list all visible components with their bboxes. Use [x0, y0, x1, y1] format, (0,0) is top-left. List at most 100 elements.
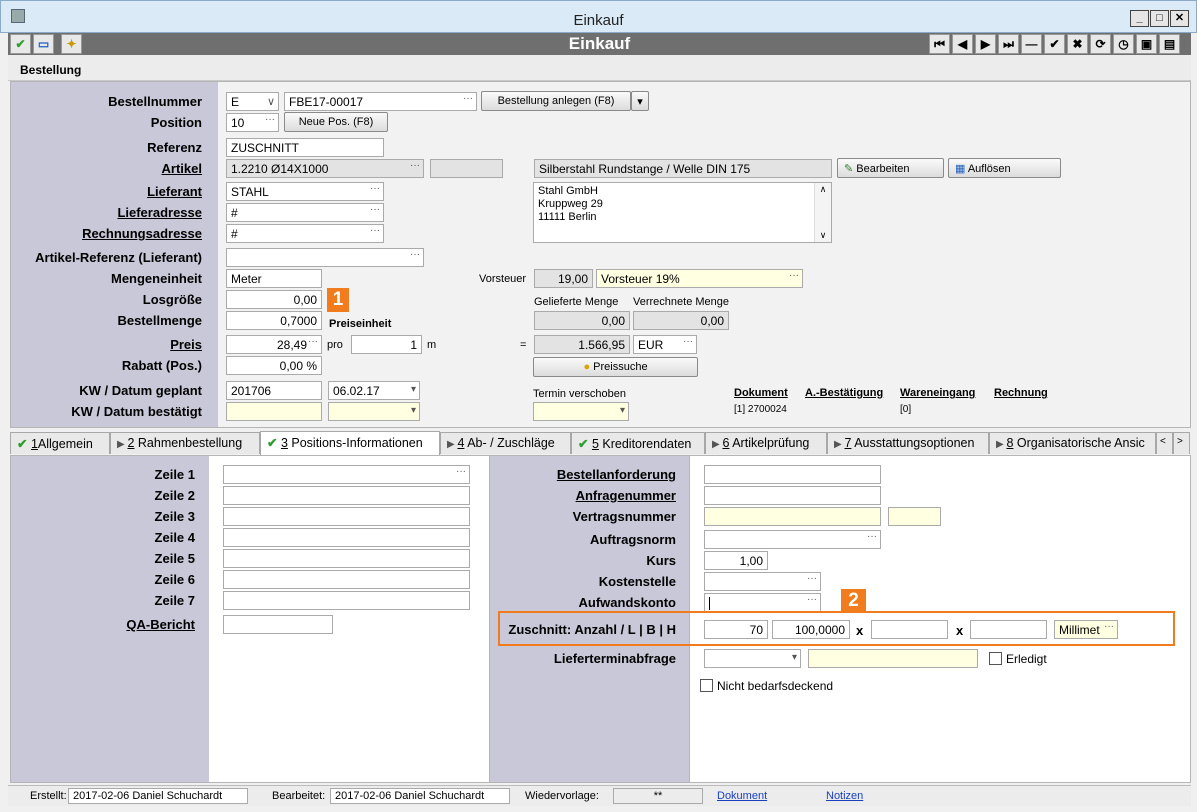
postponed-date-input[interactable]: ▾ — [533, 402, 629, 421]
planned-week-input[interactable]: 201706 — [226, 381, 322, 400]
check-icon: ✔ — [267, 436, 281, 450]
document-link[interactable]: Dokument — [717, 790, 767, 802]
tab-ab-zuschlaege[interactable]: ▶ 4 Ab- / Zuschläge — [440, 432, 571, 454]
purchase-requisition-input[interactable] — [704, 465, 881, 484]
label-bestellanforderung[interactable]: Bestellanforderung — [557, 467, 676, 482]
not-covering-checkbox[interactable] — [700, 679, 713, 692]
line-2-input[interactable] — [223, 486, 470, 505]
tab-rahmenbestellung[interactable]: ▶ 2 Rahmenbestellung — [110, 432, 260, 454]
first-record-icon[interactable]: ⏮ — [929, 34, 950, 54]
delivery-query-input[interactable] — [808, 649, 978, 668]
tab-organisatorische[interactable]: ▶ 8 Organisatorische Ansic — [989, 432, 1156, 454]
contract-extra-input[interactable] — [888, 507, 941, 526]
col-ab[interactable]: A.-Bestätigung — [805, 387, 883, 399]
line-7-input[interactable] — [223, 591, 470, 610]
module-toolbar: ✔ ▭ ✦ Einkauf ⏮ ◀ ▶ ⏭ — ✔ ✖ ⟳ ◷ ▣ ▤ — [8, 33, 1191, 55]
close-button[interactable]: ✕ — [1170, 10, 1189, 27]
minimize-button[interactable]: _ — [1130, 10, 1149, 27]
address-scrollbar[interactable]: ∧ ∨ — [814, 183, 831, 242]
delivery-query-select[interactable]: ▾ — [704, 649, 801, 668]
reference-input[interactable]: ZUSCHNITT — [226, 138, 384, 157]
line-6-input[interactable] — [223, 570, 470, 589]
delivery-address-input[interactable]: # ··· — [226, 203, 384, 222]
line-4-input[interactable] — [223, 528, 470, 547]
tab-scroll-right[interactable]: > — [1173, 432, 1190, 454]
maximize-button[interactable]: □ — [1150, 10, 1169, 27]
tab-scroll-left[interactable]: < — [1156, 432, 1173, 454]
resolve-article-button[interactable]: ▦ Auflösen — [948, 158, 1061, 178]
supplier-input[interactable]: STAHL ··· — [226, 182, 384, 201]
label-qa-bericht[interactable]: QA-Bericht — [126, 617, 195, 632]
price-search-button[interactable]: ● Preissuche — [533, 357, 698, 377]
label-zeile-4: Zeile 4 — [154, 530, 195, 545]
label-kostenstelle: Kostenstelle — [598, 574, 676, 589]
order-type-select[interactable]: E ∨ — [226, 92, 279, 111]
expense-account-input[interactable]: ··· — [704, 593, 821, 612]
supplier-article-ref-input[interactable]: ··· — [226, 248, 424, 267]
last-record-icon[interactable]: ⏭ — [998, 34, 1019, 54]
line-3-input[interactable] — [223, 507, 470, 526]
tab-positions-informationen[interactable]: ✔ 3 Positions-Informationen — [260, 431, 440, 455]
unit-input[interactable]: Meter — [226, 269, 322, 288]
delete-record-icon[interactable]: — — [1021, 34, 1042, 54]
prev-record-icon[interactable]: ◀ — [952, 34, 973, 54]
order-number-input[interactable]: FBE17-00017 ··· — [284, 92, 477, 111]
label-artikel[interactable]: Artikel — [162, 161, 202, 176]
tax-description-input[interactable]: Vorsteuer 19% ··· — [596, 269, 803, 288]
position-input[interactable]: 10 ··· — [226, 113, 279, 132]
tab-kreditorendaten[interactable]: ✔ 5 Kreditorendaten — [571, 432, 705, 454]
label-rabatt: Rabatt (Pos.) — [121, 358, 202, 373]
price-input[interactable]: 28,49 ··· — [226, 335, 322, 354]
label-lieferant[interactable]: Lieferant — [147, 184, 202, 199]
cancel-icon[interactable]: ✖ — [1067, 34, 1088, 54]
article-extra-input[interactable] — [430, 159, 503, 178]
clock-icon[interactable]: ◷ — [1113, 34, 1134, 54]
col-rechnung[interactable]: Rechnung — [994, 387, 1048, 399]
label-kurs: Kurs — [646, 553, 676, 568]
delivered-qty-value: 0,00 — [534, 311, 630, 330]
box-icon[interactable]: ▣ — [1136, 34, 1157, 54]
tab-ausstattungsoptionen[interactable]: ▶ 7 Ausstattungsoptionen — [827, 432, 989, 454]
tab-artikelpruefung[interactable]: ▶ 6 Artikelprüfung — [705, 432, 827, 454]
invoice-address-input[interactable]: # ··· — [226, 224, 384, 243]
currency-input[interactable]: EUR ··· — [633, 335, 697, 354]
notes-link[interactable]: Notizen — [826, 790, 863, 802]
line-5-input[interactable] — [223, 549, 470, 568]
inquiry-number-input[interactable] — [704, 486, 881, 505]
save-icon[interactable]: ✔ — [1044, 34, 1065, 54]
label-preis[interactable]: Preis — [170, 337, 202, 352]
col-dokument[interactable]: Dokument — [734, 387, 788, 399]
planned-date-input[interactable]: 06.02.17 ▾ — [328, 381, 420, 400]
contract-number-input[interactable] — [704, 507, 881, 526]
label-anfragenummer[interactable]: Anfragenummer — [576, 488, 676, 503]
refresh-icon[interactable]: ⟳ — [1090, 34, 1111, 54]
price-unit-input[interactable]: 1 — [351, 335, 422, 354]
badge-1: 1 — [327, 288, 349, 312]
label-lieferadresse[interactable]: Lieferadresse — [117, 205, 202, 220]
new-position-button[interactable]: Neue Pos. (F8) — [284, 112, 388, 132]
edit-article-button[interactable]: ✎ Bearbeiten — [837, 158, 944, 178]
col-wareneingang[interactable]: Wareneingang — [900, 387, 975, 399]
cost-center-input[interactable]: ··· — [704, 572, 821, 591]
label-zeile-6: Zeile 6 — [154, 572, 195, 587]
label-rechnungsadresse[interactable]: Rechnungsadresse — [82, 226, 202, 241]
exchange-rate-input[interactable]: 1,00 — [704, 551, 768, 570]
line-1-input[interactable]: ··· — [223, 465, 470, 484]
zuschnitt-highlight — [498, 611, 1175, 646]
order-quantity-input[interactable]: 0,7000 — [226, 311, 322, 330]
create-order-dropdown[interactable]: ▾ — [631, 91, 649, 111]
article-input[interactable]: 1.2210 Ø14X1000 ··· — [226, 159, 424, 178]
lot-size-input[interactable]: 0,00 — [226, 290, 322, 309]
package-icon[interactable]: ▤ — [1159, 34, 1180, 54]
follow-up-button[interactable]: ** — [613, 788, 703, 804]
discount-input[interactable]: 0,00 % — [226, 356, 322, 375]
confirmed-week-input[interactable] — [226, 402, 322, 421]
tab-allgemein[interactable]: ✔ 1Allgemein — [10, 432, 110, 454]
next-record-icon[interactable]: ▶ — [975, 34, 996, 54]
done-checkbox[interactable] — [989, 652, 1002, 665]
wareneingang-value: [0] — [900, 404, 912, 415]
order-standard-input[interactable]: ··· — [704, 530, 881, 549]
qa-report-input[interactable] — [223, 615, 333, 634]
confirmed-date-input[interactable]: ▾ — [328, 402, 420, 421]
create-order-button[interactable]: Bestellung anlegen (F8) — [481, 91, 631, 111]
